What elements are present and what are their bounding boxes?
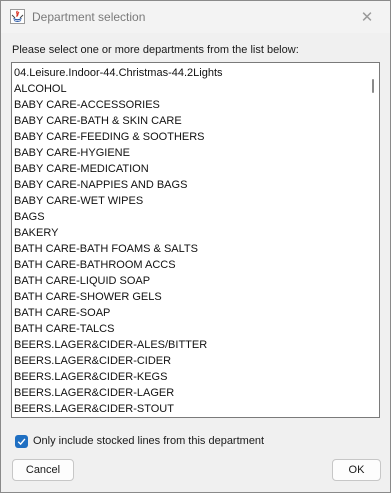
department-list-items: 04.Leisure.Indoor-44.Christmas-44.2Light… [12, 65, 368, 417]
department-list-item[interactable]: BABY CARE-BATH & SKIN CARE [12, 113, 368, 129]
department-list-item[interactable]: BABY CARE-MEDICATION [12, 161, 368, 177]
department-list-item[interactable]: BEERS.LAGER&CIDER-CIDER [12, 353, 368, 369]
department-list-item[interactable]: BABY CARE-WET WIPES [12, 193, 368, 209]
department-list-item[interactable]: BEERS.LAGER&CIDER-ALES/BITTER [12, 337, 368, 353]
department-list-item[interactable]: BABY CARE-FEEDING & SOOTHERS [12, 129, 368, 145]
department-list-item[interactable]: BABY CARE-HYGIENE [12, 145, 368, 161]
scrollbar-thumb[interactable] [372, 79, 374, 93]
department-list-item[interactable]: BATH CARE-BATH FOAMS & SALTS [12, 241, 368, 257]
stocked-only-label: Only include stocked lines from this dep… [33, 435, 265, 447]
java-app-icon [10, 9, 25, 24]
stocked-only-checkbox[interactable] [15, 434, 28, 448]
department-list-item[interactable]: ALCOHOL [12, 81, 368, 97]
department-list-item[interactable]: BABY CARE-NAPPIES AND BAGS [12, 177, 368, 193]
checkmark-icon [17, 437, 26, 445]
department-list[interactable]: 04.Leisure.Indoor-44.Christmas-44.2Light… [11, 62, 380, 418]
department-list-item[interactable]: BEERS.LAGER&CIDER-KEGS [12, 369, 368, 385]
department-list-item[interactable]: 04.Leisure.Indoor-44.Christmas-44.2Light… [12, 65, 368, 81]
department-list-item[interactable]: BEERS.LAGER&CIDER-STOUT [12, 401, 368, 417]
department-list-item[interactable]: BAGS [12, 209, 368, 225]
cancel-button[interactable]: Cancel [12, 459, 74, 481]
department-list-item[interactable]: BABY CARE-ACCESSORIES [12, 97, 368, 113]
list-scrollbar[interactable] [367, 63, 379, 417]
department-list-item[interactable]: BATH CARE-TALCS [12, 321, 368, 337]
instruction-text: Please select one or more departments fr… [12, 44, 299, 56]
department-list-item[interactable]: BATH CARE-SOAP [12, 305, 368, 321]
department-list-item[interactable]: BATH CARE-BATHROOM ACCS [12, 257, 368, 273]
department-list-item[interactable]: BATH CARE-LIQUID SOAP [12, 273, 368, 289]
department-list-item[interactable]: BEERS.LAGER&CIDER-LAGER [12, 385, 368, 401]
title-bar[interactable]: Department selection ✕ [1, 1, 390, 33]
close-button[interactable]: ✕ [344, 1, 390, 33]
department-list-item[interactable]: BATH CARE-SHOWER GELS [12, 289, 368, 305]
ok-button[interactable]: OK [332, 459, 381, 481]
close-icon: ✕ [360, 9, 374, 26]
window-title: Department selection [32, 10, 146, 24]
stocked-only-option[interactable]: Only include stocked lines from this dep… [15, 433, 264, 449]
department-list-item[interactable]: BAKERY [12, 225, 368, 241]
department-selection-dialog: Department selection ✕ Please select one… [0, 0, 391, 493]
